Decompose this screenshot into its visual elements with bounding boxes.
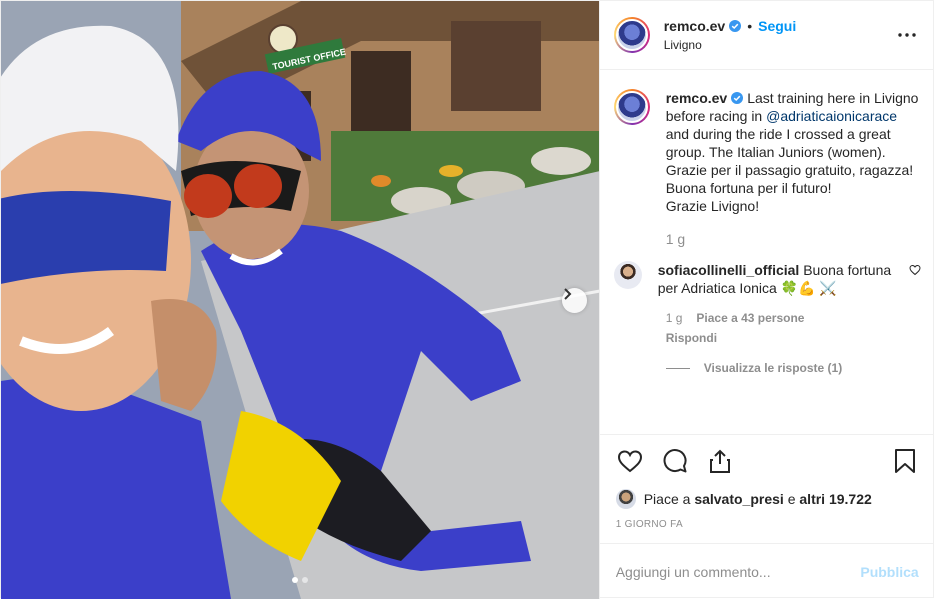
- share-icon: [709, 449, 730, 473]
- commenter-avatar[interactable]: [613, 261, 642, 289]
- caption-time[interactable]: 1 g: [666, 231, 921, 247]
- likes-count[interactable]: altri 19.722: [799, 491, 871, 507]
- follow-button[interactable]: Segui: [758, 18, 796, 34]
- next-photo-button[interactable]: [562, 288, 587, 313]
- caption-line: Buona fortuna per il futuro!: [665, 180, 832, 196]
- post-side-panel: remco.ev • Segui Livigno remco.ev Last t…: [598, 1, 934, 599]
- commenter-username[interactable]: sofiacollinelli_official: [658, 262, 800, 278]
- replies-divider: [665, 367, 690, 369]
- comment-meta: 1 g Piace a 43 persone: [666, 311, 921, 325]
- save-button[interactable]: [891, 447, 919, 475]
- caption-mention-link[interactable]: @adriaticaionicarace: [766, 108, 897, 124]
- caption: remco.ev Last training here in Livigno be…: [613, 89, 921, 215]
- view-replies-button[interactable]: Visualizza le risposte (1): [665, 361, 921, 375]
- caption-avatar[interactable]: [613, 89, 650, 125]
- carousel-dot-active: [291, 577, 298, 583]
- heart-icon: [617, 450, 642, 473]
- post-location[interactable]: Livigno: [664, 38, 895, 52]
- post-header: remco.ev • Segui Livigno: [599, 1, 933, 70]
- comment-likes[interactable]: Piace a 43 persone: [696, 311, 804, 325]
- publish-button[interactable]: Pubblica: [860, 564, 918, 580]
- photo-illustration: TOURIST OFFICE: [1, 1, 599, 599]
- carousel-dot: [301, 577, 308, 583]
- share-button[interactable]: [706, 447, 734, 475]
- comment-button[interactable]: [661, 447, 689, 475]
- post-actions: Piace a salvato_presi e altri 19.722 1 G…: [599, 434, 934, 537]
- likes-summary: Piace a salvato_presi e altri 19.722: [615, 487, 919, 511]
- likes-middle: e: [783, 491, 800, 507]
- more-options-button[interactable]: [895, 23, 919, 47]
- reply-button[interactable]: Rispondi: [666, 331, 921, 345]
- like-button[interactable]: [616, 447, 644, 475]
- verified-badge-icon: [731, 92, 744, 104]
- post-photo[interactable]: TOURIST OFFICE: [1, 1, 599, 599]
- caption-line: Grazie per il passagio gratuito, ragazza…: [665, 162, 914, 178]
- comments-section[interactable]: remco.ev Last training here in Livigno be…: [600, 71, 934, 435]
- liker-avatar[interactable]: [615, 489, 636, 509]
- liker-username[interactable]: salvato_presi: [694, 491, 784, 507]
- chevron-right-icon: [564, 288, 572, 300]
- view-replies-label: Visualizza le risposte (1): [703, 361, 843, 375]
- post-timestamp[interactable]: 1 GIORNO FA: [616, 519, 919, 537]
- likes-prefix: Piace a: [643, 491, 695, 507]
- like-comment-heart-icon[interactable]: [909, 264, 921, 276]
- caption-text-continued: and during the ride I crossed a great gr…: [665, 126, 891, 160]
- verified-badge-icon: [729, 20, 742, 32]
- more-horizontal-icon: [898, 33, 916, 37]
- author-avatar[interactable]: [613, 17, 650, 53]
- comment: sofiacollinelli_official Buona fortuna p…: [613, 261, 921, 297]
- add-comment-form: Pubblica: [599, 543, 934, 599]
- comment-input[interactable]: [615, 563, 861, 580]
- author-username[interactable]: remco.ev: [664, 18, 725, 34]
- comment-time[interactable]: 1 g: [666, 311, 683, 325]
- comment-icon: [663, 449, 687, 473]
- instagram-post: TOURIST OFFICE remco.ev • Segui Livigno …: [0, 0, 934, 599]
- caption-line: Grazie Livigno!: [665, 198, 760, 214]
- header-separator: •: [747, 18, 753, 34]
- caption-username[interactable]: remco.ev: [666, 90, 727, 106]
- carousel-indicator: [1, 577, 599, 583]
- bookmark-icon: [894, 449, 915, 473]
